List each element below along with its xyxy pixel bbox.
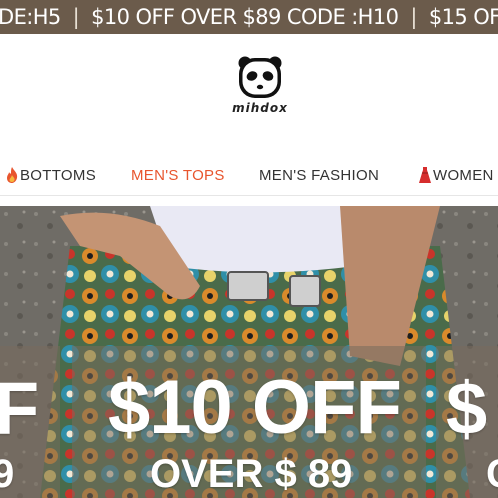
nav-item-mens-tops[interactable]: MEN'S TOPS bbox=[131, 155, 225, 195]
promo-separator: | bbox=[72, 5, 80, 29]
flame-icon bbox=[7, 167, 18, 183]
promo-code-h15[interactable]: $15 OF bbox=[425, 5, 498, 29]
panda-icon bbox=[238, 56, 282, 98]
site-header: mihdox bbox=[0, 34, 498, 146]
nav-item-mens-fashion[interactable]: MEN'S FASHION bbox=[259, 155, 379, 195]
category-nav: BOTTOMS MEN'S TOPS MEN'S FASHION WOMEN bbox=[0, 155, 498, 196]
nav-item-women[interactable]: WOMEN bbox=[418, 155, 494, 195]
nav-label-mens-fashion: MEN'S FASHION bbox=[259, 166, 380, 184]
nav-item-bottoms[interactable]: BOTTOMS bbox=[5, 155, 96, 195]
hero-headline-right: $ bbox=[446, 367, 488, 450]
promo-banner[interactable]: DE:H5 | $10 OFF OVER $89 CODE :H10 | $15… bbox=[0, 0, 498, 34]
hero-subline: OVER $ 89 bbox=[150, 452, 353, 496]
hero-headline: $10 OFF bbox=[108, 365, 402, 450]
promo-code-h5[interactable]: DE:H5 bbox=[0, 5, 65, 29]
promo-code-h10[interactable]: $10 OFF OVER $89 CODE :H10 bbox=[87, 5, 402, 29]
brand-logo[interactable]: mihdox bbox=[230, 54, 290, 115]
hero-headline-left: F bbox=[0, 367, 40, 450]
promo-track: DE:H5 | $10 OFF OVER $89 CODE :H10 | $15… bbox=[0, 0, 498, 34]
brand-name: mihdox bbox=[232, 101, 288, 115]
dress-icon bbox=[419, 167, 431, 183]
hero-subline-left: 9 bbox=[0, 452, 15, 496]
nav-label-mens-tops: MEN'S TOPS bbox=[131, 166, 225, 184]
nav-label-women: WOMEN bbox=[433, 166, 494, 184]
hero-banner[interactable]: F 9 $10 OFF OVER $ 89 $ C bbox=[0, 206, 498, 498]
hero-subline-right: C bbox=[486, 452, 498, 497]
nav-label-bottoms: BOTTOMS bbox=[20, 166, 96, 184]
promo-separator: | bbox=[410, 5, 417, 29]
